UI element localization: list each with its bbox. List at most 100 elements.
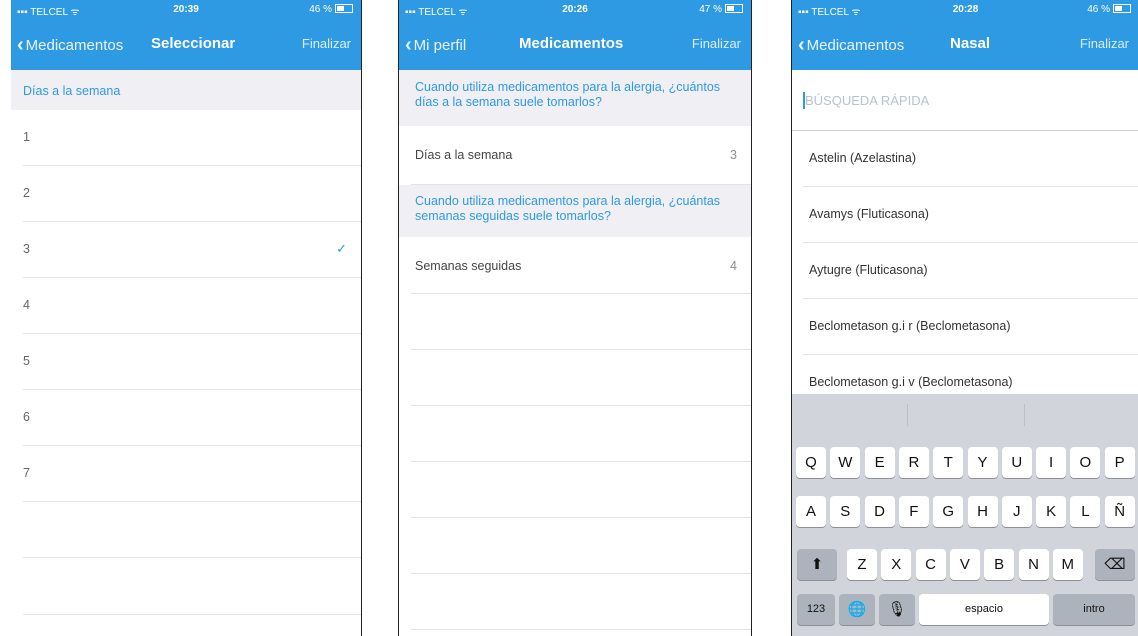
medication-label: Avamys (Fluticasona) xyxy=(809,207,929,221)
key-s[interactable]: S xyxy=(830,496,861,527)
option-row-3[interactable]: 3 ✓ xyxy=(23,222,361,278)
key-f[interactable]: F xyxy=(898,496,929,527)
divider xyxy=(23,557,361,558)
key-k[interactable]: K xyxy=(1036,496,1067,527)
battery-icon xyxy=(335,4,353,13)
option-label: 5 xyxy=(23,354,30,368)
nav-bar: ‹ Medicamentos Nasal Finalizar xyxy=(792,20,1138,70)
back-button[interactable]: ‹ Medicamentos xyxy=(798,34,904,57)
medication-item[interactable]: Avamys (Fluticasona) xyxy=(792,187,1138,243)
divider xyxy=(411,461,751,462)
key-p[interactable]: P xyxy=(1104,447,1135,478)
nav-bar: ‹ Mi perfil Medicamentos Finalizar xyxy=(399,20,751,70)
key-w[interactable]: W xyxy=(830,447,861,478)
finish-button[interactable]: Finalizar xyxy=(692,36,741,51)
status-bar: ▪▪▪ TELCEL ᯤ 20:39 46 % xyxy=(11,0,361,20)
key-d[interactable]: D xyxy=(864,496,895,527)
key-e[interactable]: E xyxy=(864,447,895,478)
chevron-left-icon: ‹ xyxy=(405,34,412,56)
finish-button[interactable]: Finalizar xyxy=(1080,36,1129,51)
finish-button[interactable]: Finalizar xyxy=(302,36,351,51)
divider xyxy=(411,517,751,518)
battery-indicator: 46 % xyxy=(1087,4,1131,15)
key-o[interactable]: O xyxy=(1070,447,1101,478)
chevron-left-icon: ‹ xyxy=(798,34,805,56)
battery-indicator: 47 % xyxy=(699,4,743,15)
medication-item[interactable]: Beclometason g.i r (Beclometasona) xyxy=(792,299,1138,355)
screen-medications-frequency: ▪▪▪ TELCEL ᯤ 20:26 47 % ‹ Mi perfil Medic… xyxy=(398,0,752,636)
microphone-key[interactable]: 🎙 xyxy=(879,594,915,625)
backspace-icon: ⌫ xyxy=(1104,556,1126,573)
key-x[interactable]: X xyxy=(881,549,912,580)
divider xyxy=(411,629,751,630)
question-header-weeks: Cuando utiliza medicamentos para la aler… xyxy=(399,185,751,237)
divider xyxy=(907,404,908,426)
option-label: 3 xyxy=(23,242,30,256)
back-button[interactable]: ‹ Medicamentos xyxy=(17,34,123,57)
key-t[interactable]: T xyxy=(933,447,964,478)
key-v[interactable]: V xyxy=(949,549,980,580)
divider xyxy=(23,614,361,615)
key-u[interactable]: U xyxy=(1001,447,1032,478)
checkmark-icon: ✓ xyxy=(336,241,347,256)
key-i[interactable]: I xyxy=(1036,447,1067,478)
numbers-key[interactable]: 123 xyxy=(797,594,835,625)
divider xyxy=(411,405,751,406)
key-y[interactable]: Y xyxy=(967,447,998,478)
divider xyxy=(1024,404,1025,426)
page-title: Seleccionar xyxy=(151,35,236,52)
key-r[interactable]: R xyxy=(898,447,929,478)
return-key[interactable]: intro xyxy=(1053,594,1135,625)
key-m[interactable]: M xyxy=(1052,549,1083,580)
medication-label: Beclometason g.i v (Beclometasona) xyxy=(809,375,1013,389)
clock: 20:28 xyxy=(952,4,979,15)
medication-item[interactable]: Astelin (Azelastina) xyxy=(792,131,1138,187)
space-key[interactable]: espacio xyxy=(919,594,1049,625)
key-h[interactable]: H xyxy=(967,496,998,527)
chevron-left-icon: ‹ xyxy=(17,34,24,56)
option-row-7[interactable]: 7 xyxy=(23,446,361,502)
question-header-days: Cuando utiliza medicamentos para la aler… xyxy=(399,70,751,126)
key-l[interactable]: L xyxy=(1070,496,1101,527)
medication-item[interactable]: Aytugre (Fluticasona) xyxy=(792,243,1138,299)
screen-select-days: ▪▪▪ TELCEL ᯤ 20:39 46 % ‹ Medicamentos Se… xyxy=(11,0,362,636)
option-label: 7 xyxy=(23,466,30,480)
battery-indicator: 46 % xyxy=(309,4,353,15)
consecutive-weeks-row[interactable]: Semanas seguidas 4 xyxy=(411,237,751,294)
back-button[interactable]: ‹ Mi perfil xyxy=(405,34,466,57)
days-per-week-row[interactable]: Días a la semana 3 xyxy=(411,126,751,185)
key-g[interactable]: G xyxy=(933,496,964,527)
option-row-1[interactable]: 1 xyxy=(23,110,361,166)
option-row-4[interactable]: 4 xyxy=(23,278,361,334)
key-a[interactable]: A xyxy=(796,496,826,527)
option-row-6[interactable]: 6 xyxy=(23,390,361,446)
consecutive-weeks-value: 4 xyxy=(730,259,737,273)
status-bar: ▪▪▪ TELCEL ᯤ 20:28 46 % xyxy=(792,0,1138,20)
key-b[interactable]: B xyxy=(984,549,1015,580)
battery-icon xyxy=(1113,4,1131,13)
option-row-2[interactable]: 2 xyxy=(23,166,361,222)
battery-icon xyxy=(725,4,743,13)
key-c[interactable]: C xyxy=(915,549,946,580)
divider xyxy=(411,349,751,350)
medication-label: Aytugre (Fluticasona) xyxy=(809,263,928,277)
globe-icon: 🌐 xyxy=(847,601,867,618)
clock: 20:26 xyxy=(562,4,588,15)
key-n[interactable]: N xyxy=(1018,549,1049,580)
keyboard: QWERTYUIOP ASDFGHJKLÑ ⬆ ⌫ ZXCVBNM 123 🌐 … xyxy=(792,394,1138,636)
days-per-week-value: 3 xyxy=(730,148,737,162)
option-label: 4 xyxy=(23,298,30,312)
delete-key[interactable]: ⌫ xyxy=(1095,549,1135,580)
nav-bar: ‹ Medicamentos Seleccionar Finalizar xyxy=(11,20,361,70)
option-row-5[interactable]: 5 xyxy=(23,334,361,390)
key-z[interactable]: Z xyxy=(847,549,877,580)
key-ñ[interactable]: Ñ xyxy=(1104,496,1135,527)
key-j[interactable]: J xyxy=(1001,496,1032,527)
status-bar: ▪▪▪ TELCEL ᯤ 20:26 47 % xyxy=(399,0,751,20)
globe-key[interactable]: 🌐 xyxy=(839,594,875,625)
option-label: 2 xyxy=(23,186,30,200)
medication-label: Astelin (Azelastina) xyxy=(809,151,916,165)
shift-key[interactable]: ⬆ xyxy=(797,549,837,580)
key-q[interactable]: Q xyxy=(796,447,826,478)
search-input[interactable] xyxy=(805,89,1105,111)
